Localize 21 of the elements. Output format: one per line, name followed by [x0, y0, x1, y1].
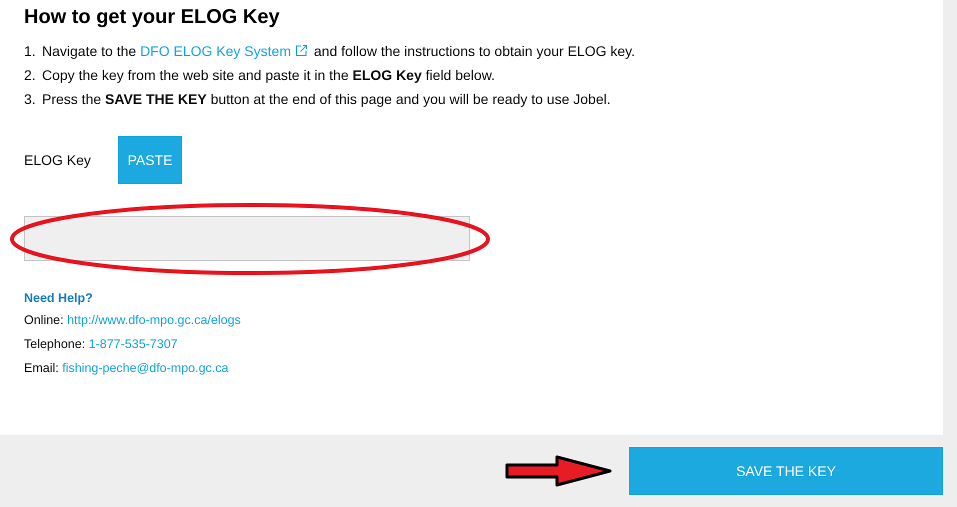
- step-text: Copy the key from the web site and paste it in the ELOG Key field below.: [42, 66, 495, 85]
- contact-line: Online: http://www.dfo-mpo.gc.ca/elogs: [24, 312, 242, 329]
- step-text: Press the SAVE THE KEY button at the end of this page and you will be ready to use Jobel.: [42, 90, 611, 109]
- step-text: Navigate to the DFO ELOG Key System and follow the instructions to obtain your ELOG key.: [42, 42, 636, 61]
- step-number: 1.: [24, 42, 37, 61]
- field-label: ELOG Key: [24, 152, 92, 168]
- external-link-icon: [295, 44, 308, 57]
- arrow-icon: [505, 455, 613, 487]
- key-input-field[interactable]: [24, 216, 470, 261]
- external-link[interactable]: DFO ELOG Key System: [140, 43, 310, 59]
- contact-link[interactable]: fishing-peche@dfo-mpo.gc.ca: [62, 361, 228, 375]
- contact-link[interactable]: http://www.dfo-mpo.gc.ca/elogs: [67, 313, 241, 327]
- page-title: How to get your ELOG Key: [24, 5, 281, 30]
- contact-line: Email: fishing-peche@dfo-mpo.gc.ca: [24, 360, 230, 377]
- paste-button[interactable]: PASTE: [118, 136, 182, 184]
- contact-line: Telephone: 1-877-535-7307: [24, 336, 179, 353]
- step-number: 2.: [24, 66, 37, 85]
- save-button[interactable]: SAVE THE KEY: [629, 447, 943, 495]
- step-number: 3.: [24, 90, 37, 109]
- help-heading: Need Help?: [24, 291, 94, 305]
- contact-link[interactable]: 1-877-535-7307: [88, 337, 178, 351]
